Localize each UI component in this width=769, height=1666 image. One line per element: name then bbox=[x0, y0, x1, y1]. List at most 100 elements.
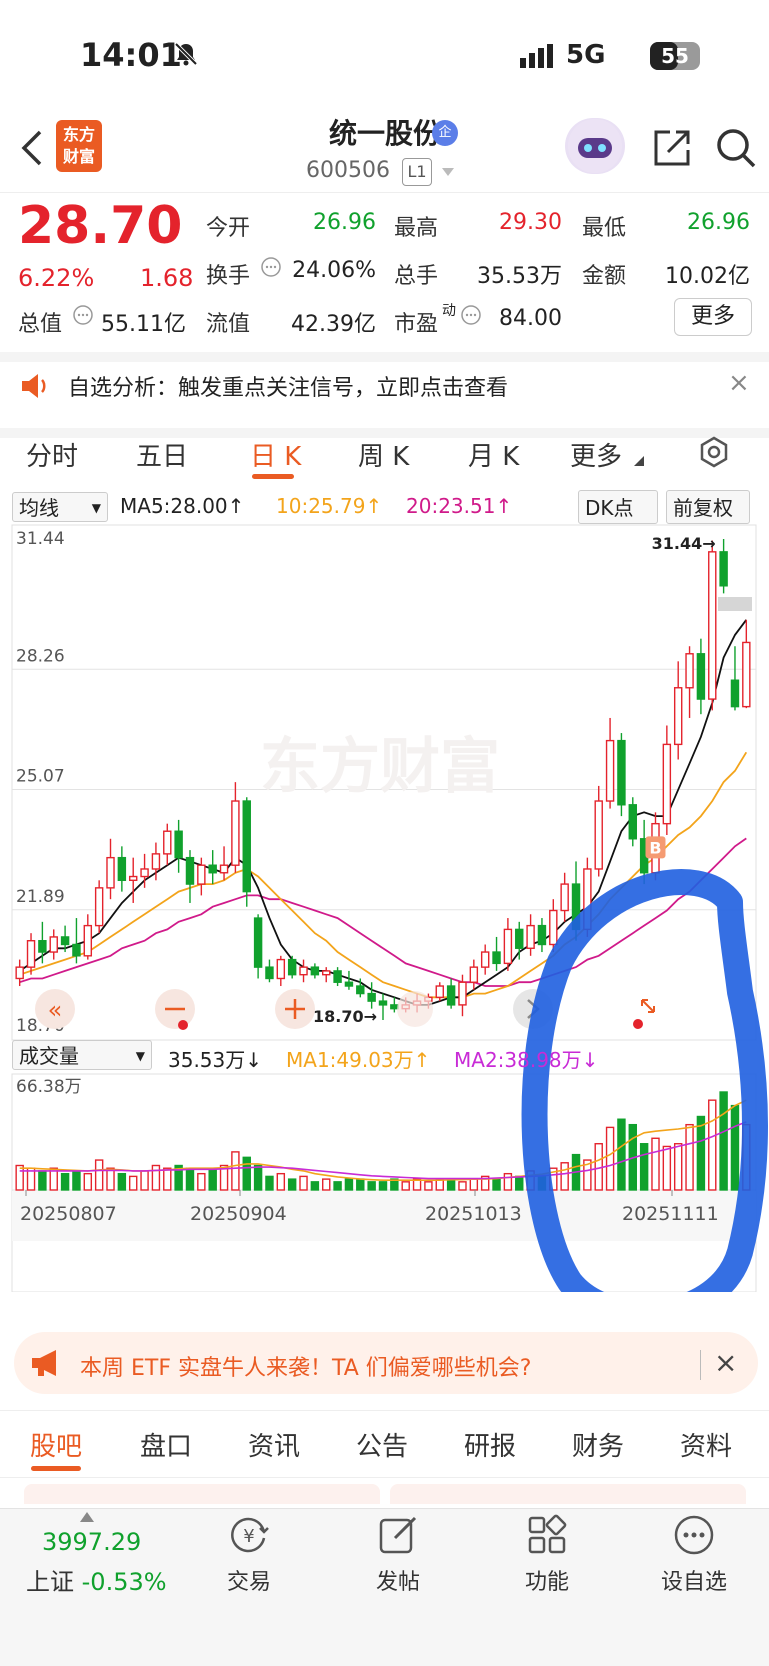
volume-bar bbox=[276, 1172, 286, 1191]
index-summary[interactable]: 上证 -0.53% bbox=[26, 1562, 167, 1597]
index-value[interactable]: 3997.29 bbox=[42, 1528, 141, 1556]
dk-point-button[interactable]: DK点 bbox=[578, 490, 658, 524]
volume-bar bbox=[231, 1151, 240, 1191]
volume-bar bbox=[696, 1115, 706, 1191]
trade-yen-icon[interactable]: ¥ bbox=[228, 1514, 270, 1556]
candle-body bbox=[662, 743, 672, 825]
vol-ma2-value: MA2:38.98万↓ bbox=[454, 1048, 599, 1072]
assistant-robot-icon[interactable] bbox=[565, 118, 625, 174]
nav-add-watchlist[interactable]: 设自选 bbox=[649, 1564, 739, 1596]
volume-bar bbox=[446, 1178, 456, 1191]
tab-announcements[interactable]: 公告 bbox=[356, 1426, 408, 1463]
tab-intraday[interactable]: 分时 bbox=[26, 436, 78, 473]
volume-max-label: 66.38万 bbox=[16, 1077, 82, 1097]
volume-bar bbox=[185, 1167, 195, 1191]
ma5-value: MA5:28.00↑ bbox=[120, 494, 245, 518]
volume-bar bbox=[242, 1156, 251, 1191]
tab-finance[interactable]: 财务 bbox=[572, 1426, 624, 1463]
tab-research[interactable]: 研报 bbox=[464, 1426, 516, 1463]
candle-body bbox=[38, 940, 47, 953]
notice-text[interactable]: 自选分析：触发重点关注信号，立即点击查看 bbox=[68, 370, 508, 402]
adjust-button[interactable]: 前复权 bbox=[666, 490, 750, 524]
candle-body bbox=[560, 883, 569, 912]
back-arrow-icon[interactable] bbox=[18, 128, 48, 168]
volume-bar bbox=[333, 1181, 342, 1191]
candle-body bbox=[594, 800, 603, 870]
svg-text:¥: ¥ bbox=[243, 1526, 254, 1547]
notice-close-icon[interactable]: × bbox=[728, 368, 750, 398]
candle-body bbox=[515, 928, 524, 949]
candle-body bbox=[605, 739, 615, 802]
nav-post[interactable]: 发帖 bbox=[353, 1564, 443, 1596]
candle-body bbox=[265, 966, 274, 980]
post-card-edge bbox=[390, 1484, 746, 1504]
more-button[interactable]: 更多 bbox=[674, 298, 752, 336]
candle-body bbox=[685, 653, 694, 689]
gear-icon[interactable] bbox=[698, 436, 730, 468]
search-icon[interactable] bbox=[714, 126, 758, 170]
expand-icon[interactable] bbox=[641, 999, 655, 1013]
info-dots-icon[interactable] bbox=[260, 256, 282, 278]
volume-bar bbox=[356, 1178, 365, 1191]
post-card-edge bbox=[24, 1484, 380, 1504]
grid-apps-icon[interactable] bbox=[526, 1514, 568, 1556]
market-cap-label: 总值 bbox=[18, 312, 63, 337]
candle-body bbox=[367, 992, 376, 1002]
tab-weekly-k[interactable]: 周 K bbox=[358, 436, 409, 473]
tab-profile[interactable]: 资料 bbox=[680, 1426, 732, 1463]
candle-body bbox=[151, 853, 161, 870]
red-dot-indicator bbox=[178, 1020, 188, 1030]
volume-bar bbox=[117, 1172, 127, 1191]
tab-daily-k[interactable]: 日 K bbox=[250, 436, 301, 473]
float-cap-label: 流值 bbox=[206, 312, 251, 337]
volume-bar bbox=[617, 1118, 626, 1191]
volume-bar bbox=[605, 1126, 615, 1191]
ma10-value: 10:25.79↑ bbox=[276, 494, 383, 518]
turnover-value: 24.06% bbox=[292, 258, 376, 283]
candle-body bbox=[310, 966, 320, 976]
red-dot-indicator bbox=[633, 1019, 643, 1029]
candle-body bbox=[128, 875, 138, 882]
high-price-label: 31.44→ bbox=[652, 534, 716, 553]
ad-close-icon[interactable]: × bbox=[714, 1346, 737, 1379]
tab-guba[interactable]: 股吧 bbox=[30, 1426, 82, 1463]
chevron-down-icon[interactable] bbox=[440, 166, 456, 178]
tab-pankou[interactable]: 盘口 bbox=[140, 1426, 192, 1463]
tab-five-day[interactable]: 五日 bbox=[136, 436, 188, 473]
tab-monthly-k[interactable]: 月 K bbox=[468, 436, 519, 473]
candle-body bbox=[617, 739, 626, 806]
ad-text[interactable]: 本周 ETF 实盘牛人来袭！TA 们偏爱哪些机会? bbox=[80, 1350, 531, 1382]
level-badge[interactable]: L1 bbox=[402, 158, 432, 186]
battery-icon: 55 bbox=[650, 42, 700, 70]
volume-bar bbox=[128, 1175, 138, 1191]
info-dots-icon[interactable] bbox=[72, 304, 94, 326]
candle-body bbox=[344, 981, 354, 987]
candle-body bbox=[549, 909, 558, 946]
candle-body bbox=[469, 966, 479, 983]
candle-body bbox=[378, 1000, 388, 1006]
more-dots-icon[interactable] bbox=[673, 1514, 715, 1556]
candle-body bbox=[673, 687, 683, 746]
nav-trade[interactable]: 交易 bbox=[204, 1564, 294, 1596]
prev-button[interactable] bbox=[397, 991, 433, 1027]
network-label: 5G bbox=[566, 40, 606, 70]
info-dots-icon[interactable] bbox=[460, 304, 482, 326]
volume-indicator-select[interactable]: 成交量 ▼ bbox=[12, 1040, 152, 1070]
compose-icon[interactable] bbox=[377, 1514, 419, 1556]
candle-body bbox=[333, 970, 342, 983]
volume-bar bbox=[344, 1178, 354, 1191]
share-icon[interactable] bbox=[650, 126, 694, 170]
nav-functions[interactable]: 功能 bbox=[502, 1564, 592, 1596]
candle-body bbox=[163, 830, 172, 855]
candle-body bbox=[526, 924, 535, 949]
candle-body bbox=[730, 679, 740, 708]
candle-body bbox=[446, 985, 456, 1006]
tab-news[interactable]: 资讯 bbox=[248, 1426, 300, 1463]
tab-more[interactable]: 更多 bbox=[570, 436, 622, 473]
corner-triangle-icon bbox=[634, 456, 644, 466]
app-logo: 东方 财富 bbox=[56, 120, 102, 172]
candle-body bbox=[503, 928, 513, 965]
high-label: 最高 bbox=[394, 216, 439, 241]
indicator-select[interactable]: 均线 ▼ bbox=[12, 492, 108, 522]
kline-chart[interactable]: 东方财富 31.4428.2625.0721.8918.7031.44→18.7… bbox=[0, 522, 769, 1292]
